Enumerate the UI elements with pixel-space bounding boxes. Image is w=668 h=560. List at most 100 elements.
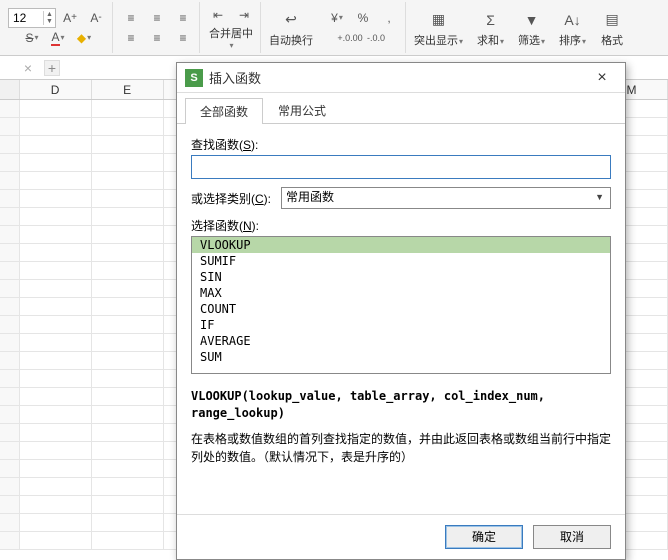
- cell[interactable]: [0, 496, 20, 513]
- align-top-icon[interactable]: ≡: [119, 8, 143, 28]
- align-bottom-icon[interactable]: ≡: [171, 8, 195, 28]
- function-list-item[interactable]: VLOOKUP: [192, 237, 610, 253]
- cell[interactable]: [20, 334, 92, 351]
- cell[interactable]: [92, 262, 164, 279]
- decrease-font-icon[interactable]: A-: [84, 8, 108, 28]
- align-middle-icon[interactable]: ≡: [145, 8, 169, 28]
- decrease-decimal-icon[interactable]: -.0.0: [364, 28, 388, 48]
- cell[interactable]: [92, 208, 164, 225]
- percent-icon[interactable]: %: [351, 8, 375, 28]
- cell[interactable]: [0, 226, 20, 243]
- comma-icon[interactable]: ,: [377, 8, 401, 28]
- currency-icon[interactable]: ¥▾: [325, 8, 349, 28]
- cell[interactable]: [0, 514, 20, 531]
- sum-button[interactable]: Σ 求和▾: [471, 2, 510, 53]
- increase-decimal-icon[interactable]: +.0.00: [338, 28, 362, 48]
- cell[interactable]: [92, 388, 164, 405]
- cell[interactable]: [0, 460, 20, 477]
- cell[interactable]: [20, 190, 92, 207]
- cell[interactable]: [92, 190, 164, 207]
- cell[interactable]: [20, 154, 92, 171]
- cell[interactable]: [20, 388, 92, 405]
- cell[interactable]: [20, 406, 92, 423]
- cell[interactable]: [20, 172, 92, 189]
- strikethrough-icon[interactable]: S▾: [20, 28, 44, 48]
- merge-cells-button[interactable]: 合并居中▾: [209, 25, 253, 50]
- cell[interactable]: [0, 478, 20, 495]
- filter-button[interactable]: ▼ 筛选▾: [512, 2, 551, 53]
- cell[interactable]: [92, 442, 164, 459]
- cell[interactable]: [0, 244, 20, 261]
- font-size-spinner[interactable]: ▲▼: [43, 11, 55, 25]
- cell[interactable]: [20, 298, 92, 315]
- cell[interactable]: [0, 424, 20, 441]
- cell[interactable]: [0, 334, 20, 351]
- cell[interactable]: [92, 424, 164, 441]
- cell[interactable]: [0, 532, 20, 549]
- close-sheet-icon[interactable]: ×: [20, 60, 36, 76]
- ok-button[interactable]: 确定: [445, 525, 523, 549]
- cell[interactable]: [92, 478, 164, 495]
- cell[interactable]: [92, 226, 164, 243]
- cell[interactable]: [92, 154, 164, 171]
- cell[interactable]: [0, 352, 20, 369]
- cell[interactable]: [20, 100, 92, 117]
- category-select[interactable]: 常用函数: [281, 187, 611, 209]
- tab-all-functions[interactable]: 全部函数: [185, 98, 263, 124]
- cell[interactable]: [0, 262, 20, 279]
- fill-color-icon[interactable]: ◆▾: [72, 28, 96, 48]
- align-right-icon[interactable]: ≡: [171, 28, 195, 48]
- cell[interactable]: [20, 244, 92, 261]
- increase-font-icon[interactable]: A+: [58, 8, 82, 28]
- cell[interactable]: [0, 442, 20, 459]
- align-left-icon[interactable]: ≡: [119, 28, 143, 48]
- cell[interactable]: [92, 244, 164, 261]
- cell[interactable]: [0, 136, 20, 153]
- cell[interactable]: [0, 370, 20, 387]
- cell[interactable]: [0, 208, 20, 225]
- indent-decrease-icon[interactable]: ⇤: [206, 5, 230, 25]
- cell[interactable]: [0, 118, 20, 135]
- cell[interactable]: [92, 172, 164, 189]
- cell[interactable]: [92, 514, 164, 531]
- cell[interactable]: [92, 298, 164, 315]
- cell[interactable]: [20, 352, 92, 369]
- cell[interactable]: [0, 388, 20, 405]
- corner-cell[interactable]: [0, 80, 20, 99]
- cell[interactable]: [20, 496, 92, 513]
- cell[interactable]: [20, 442, 92, 459]
- font-size-input[interactable]: [9, 11, 43, 25]
- cell[interactable]: [92, 460, 164, 477]
- cell[interactable]: [92, 406, 164, 423]
- cell[interactable]: [92, 334, 164, 351]
- font-color-icon[interactable]: A▾: [46, 28, 70, 48]
- cell[interactable]: [20, 514, 92, 531]
- col-header[interactable]: E: [92, 80, 164, 99]
- cell[interactable]: [92, 496, 164, 513]
- wrap-text-button[interactable]: ↩ 自动换行: [263, 2, 319, 53]
- cancel-button[interactable]: 取消: [533, 525, 611, 549]
- cell[interactable]: [20, 424, 92, 441]
- function-list-item[interactable]: MAX: [192, 285, 610, 301]
- cell[interactable]: [92, 316, 164, 333]
- cell[interactable]: [92, 532, 164, 549]
- cell[interactable]: [0, 190, 20, 207]
- cell[interactable]: [0, 154, 20, 171]
- cell[interactable]: [20, 226, 92, 243]
- cell[interactable]: [0, 100, 20, 117]
- sort-button[interactable]: A↓ 排序▾: [553, 2, 592, 53]
- cell[interactable]: [20, 478, 92, 495]
- format-button[interactable]: ▤ 格式: [594, 2, 630, 53]
- cell[interactable]: [92, 370, 164, 387]
- tab-common-formulas[interactable]: 常用公式: [263, 97, 341, 123]
- cell[interactable]: [92, 352, 164, 369]
- function-list[interactable]: VLOOKUPSUMIFSINMAXCOUNTIFAVERAGESUM: [191, 236, 611, 374]
- cell[interactable]: [20, 262, 92, 279]
- search-input[interactable]: [191, 155, 611, 179]
- cell[interactable]: [0, 406, 20, 423]
- function-list-item[interactable]: COUNT: [192, 301, 610, 317]
- cell[interactable]: [0, 280, 20, 297]
- cell[interactable]: [0, 316, 20, 333]
- cell[interactable]: [20, 532, 92, 549]
- cell[interactable]: [20, 208, 92, 225]
